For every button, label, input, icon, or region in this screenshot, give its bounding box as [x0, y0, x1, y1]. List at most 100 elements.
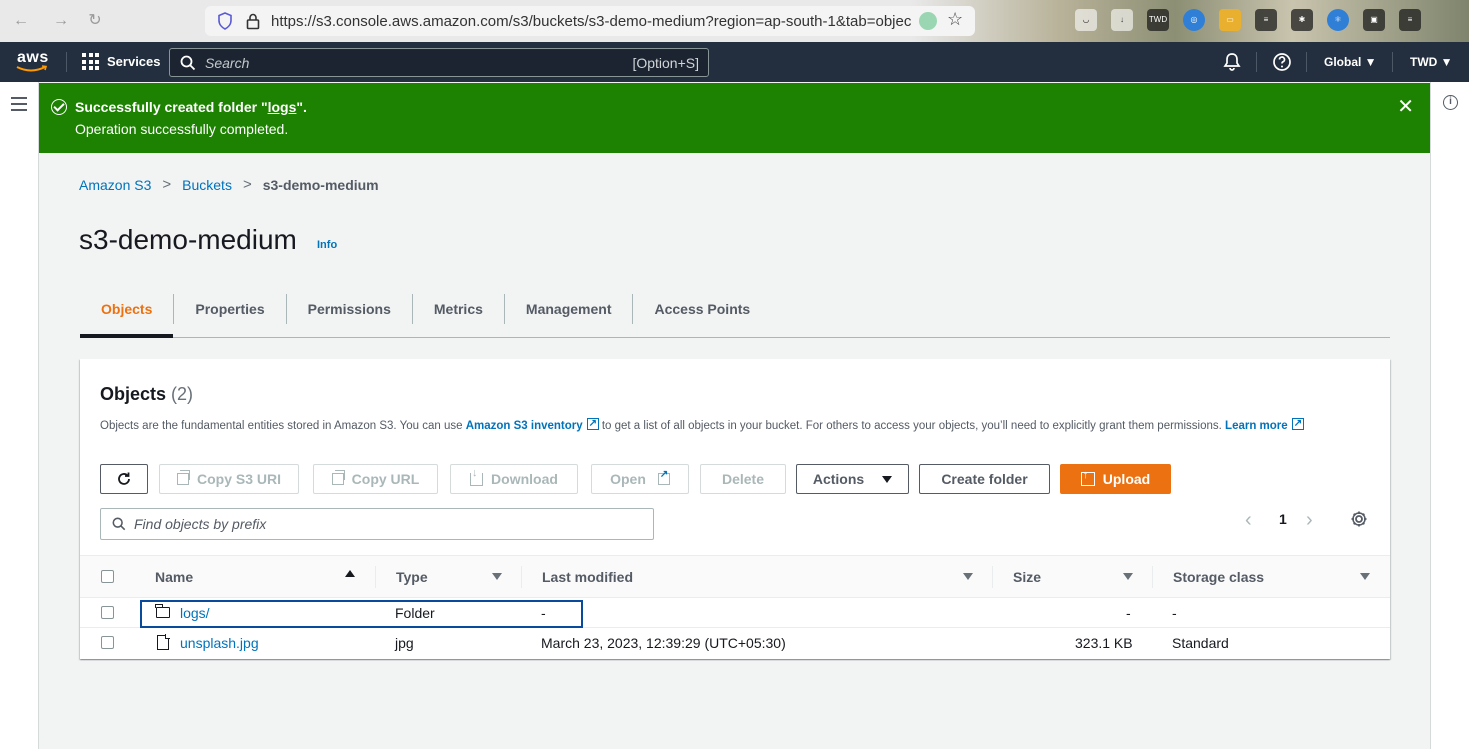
react-devtools-icon[interactable]: ⚛: [1327, 9, 1349, 31]
sort-icon[interactable]: [963, 573, 973, 580]
row-checkbox[interactable]: [101, 636, 114, 649]
find-objects-input[interactable]: [134, 513, 634, 535]
sort-icon[interactable]: [1123, 573, 1133, 580]
inventory-link[interactable]: Amazon S3 inventory: [466, 414, 599, 434]
copy-url-button[interactable]: Copy URL: [313, 464, 438, 494]
hamburger-icon[interactable]: [11, 97, 27, 115]
browser-toolbar: ← → ↻ https://s3.console.aws.amazon.com/…: [0, 0, 1469, 42]
breadcrumb: Amazon S3 > Buckets > s3-demo-medium: [79, 176, 379, 193]
account-menu[interactable]: TWD ▼: [1410, 55, 1453, 69]
info-icon[interactable]: i: [1443, 95, 1458, 110]
side-nav-collapsed: [0, 82, 39, 749]
select-all-checkbox[interactable]: [101, 570, 114, 583]
table-row[interactable]: unsplash.jpg jpg March 23, 2023, 12:39:2…: [80, 628, 1390, 658]
refresh-button[interactable]: [100, 464, 148, 494]
tab-management[interactable]: Management: [505, 294, 634, 324]
page-number[interactable]: 1: [1279, 511, 1287, 527]
delete-button[interactable]: Delete: [700, 464, 786, 494]
download-icon: [470, 467, 484, 486]
objects-description: Objects are the fundamental entities sto…: [100, 414, 1340, 436]
breadcrumb-buckets[interactable]: Buckets: [182, 177, 232, 193]
external-link-icon: [586, 414, 599, 434]
flash-title: Successfully created folder "logs".: [75, 99, 307, 115]
twd-extension-icon[interactable]: TWD: [1147, 9, 1169, 31]
region-selector[interactable]: Global ▼: [1324, 55, 1377, 69]
table-header: Name Type Last modified Size Storage cla…: [80, 555, 1390, 598]
column-size[interactable]: Size: [1013, 569, 1041, 585]
services-menu[interactable]: Services: [82, 53, 161, 70]
create-folder-button[interactable]: Create folder: [919, 464, 1050, 494]
object-name-link[interactable]: unsplash.jpg: [180, 635, 259, 651]
sort-icon[interactable]: [1360, 573, 1370, 580]
open-button[interactable]: Open: [591, 464, 689, 494]
object-storage-class: Standard: [1172, 635, 1229, 651]
caret-down-icon: [882, 475, 893, 483]
aws-top-nav: aws Services Search [Option+S] Global ▼ …: [0, 42, 1469, 82]
column-last-modified[interactable]: Last modified: [542, 569, 633, 585]
bookmark-star-icon[interactable]: ☆: [947, 9, 963, 30]
gear-extension-icon[interactable]: ✱: [1291, 9, 1313, 31]
blue-extension-icon[interactable]: ◎: [1183, 9, 1205, 31]
upload-icon: [1080, 469, 1095, 486]
breadcrumb-current: s3-demo-medium: [262, 176, 379, 193]
flash-message: Operation successfully completed.: [75, 121, 289, 137]
upload-button[interactable]: Upload: [1060, 464, 1171, 494]
search-icon: [112, 517, 126, 531]
object-type: jpg: [395, 635, 414, 651]
page-title: s3-demo-medium: [79, 224, 297, 255]
breadcrumb-amazon-s3[interactable]: Amazon S3: [79, 177, 151, 193]
chevron-right-icon[interactable]: ›: [1306, 509, 1313, 532]
help-panel-collapsed: i: [1430, 82, 1469, 749]
actions-dropdown[interactable]: Actions: [796, 464, 909, 494]
column-storage-class[interactable]: Storage class: [1173, 569, 1264, 585]
objects-panel: Objects (2) Objects are the fundamental …: [80, 359, 1390, 659]
refresh-icon: [118, 472, 130, 485]
flash-folder-link[interactable]: logs: [268, 99, 297, 115]
download-button[interactable]: Download: [450, 464, 578, 494]
download-icon[interactable]: ↓: [1111, 9, 1133, 31]
find-objects-field[interactable]: [100, 508, 654, 540]
row-checkbox[interactable]: [101, 606, 114, 619]
close-icon[interactable]: ✕: [1397, 97, 1414, 117]
card-extension-icon[interactable]: ▭: [1219, 9, 1241, 31]
object-last-modified: March 23, 2023, 12:39:29 (UTC+05:30): [541, 635, 786, 651]
learn-more-link[interactable]: Learn more: [1225, 414, 1304, 434]
tab-properties[interactable]: Properties: [174, 294, 287, 324]
reload-icon[interactable]: ↻: [84, 10, 106, 32]
lock-icon: [246, 13, 260, 30]
external-link-icon: [1291, 414, 1304, 434]
url-text[interactable]: https://s3.console.aws.amazon.com/s3/buc…: [271, 13, 911, 30]
column-type[interactable]: Type: [396, 569, 428, 585]
object-storage-class: -: [1172, 605, 1177, 621]
global-search-input[interactable]: Search [Option+S]: [169, 48, 709, 77]
success-flash: Successfully created folder "logs". Oper…: [39, 83, 1430, 153]
forward-icon[interactable]: →: [50, 10, 72, 32]
column-name[interactable]: Name: [155, 569, 193, 585]
file-icon: [157, 634, 170, 650]
notes-extension-icon[interactable]: ≡: [1255, 9, 1277, 31]
back-icon[interactable]: ←: [10, 10, 32, 32]
help-icon[interactable]: [1272, 52, 1292, 72]
tab-metrics[interactable]: Metrics: [413, 294, 505, 324]
copy-s3-uri-button[interactable]: Copy S3 URI: [159, 464, 299, 494]
address-bar[interactable]: https://s3.console.aws.amazon.com/s3/buc…: [205, 6, 975, 36]
aws-logo[interactable]: aws: [16, 49, 50, 74]
tab-objects[interactable]: Objects: [80, 294, 175, 338]
menu-icon[interactable]: ≡: [1399, 9, 1421, 31]
gear-icon[interactable]: [1350, 510, 1368, 528]
external-link-icon: [657, 469, 670, 485]
pocket-icon[interactable]: ◡: [1075, 9, 1097, 31]
tab-permissions[interactable]: Permissions: [287, 294, 413, 324]
extensions-puzzle-icon[interactable]: ▣: [1363, 9, 1385, 31]
row-focus-ring: [140, 600, 583, 628]
sort-ascending-icon[interactable]: [345, 570, 355, 577]
sort-icon[interactable]: [492, 573, 502, 580]
search-icon: [180, 55, 196, 71]
extension-icon[interactable]: [919, 12, 937, 30]
shield-icon: [218, 12, 232, 30]
chevron-left-icon[interactable]: ‹: [1245, 509, 1252, 532]
notifications-bell-icon[interactable]: [1222, 52, 1242, 72]
info-link[interactable]: Info: [317, 239, 337, 251]
tab-access-points[interactable]: Access Points: [633, 294, 771, 324]
services-label: Services: [107, 54, 161, 69]
